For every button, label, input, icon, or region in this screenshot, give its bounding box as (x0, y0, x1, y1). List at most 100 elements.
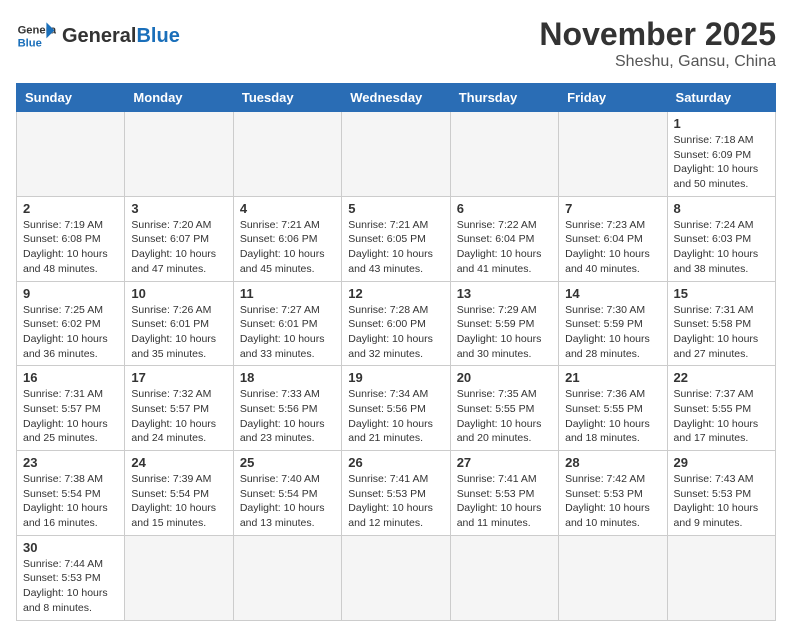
day-number: 29 (674, 455, 769, 470)
day-number: 15 (674, 286, 769, 301)
day-info: Sunrise: 7:39 AM Sunset: 5:54 PM Dayligh… (131, 472, 226, 531)
day-info: Sunrise: 7:23 AM Sunset: 6:04 PM Dayligh… (565, 218, 660, 277)
calendar-cell (125, 535, 233, 620)
calendar-cell: 3Sunrise: 7:20 AM Sunset: 6:07 PM Daylig… (125, 196, 233, 281)
day-info: Sunrise: 7:37 AM Sunset: 5:55 PM Dayligh… (674, 387, 769, 446)
location-title: Sheshu, Gansu, China (539, 53, 776, 71)
page-header: General Blue GeneralBlue November 2025 S… (16, 16, 776, 71)
calendar-cell: 28Sunrise: 7:42 AM Sunset: 5:53 PM Dayli… (559, 451, 667, 536)
calendar-cell: 7Sunrise: 7:23 AM Sunset: 6:04 PM Daylig… (559, 196, 667, 281)
day-info: Sunrise: 7:35 AM Sunset: 5:55 PM Dayligh… (457, 387, 552, 446)
calendar-cell (450, 112, 558, 197)
svg-text:Blue: Blue (18, 37, 42, 49)
month-title: November 2025 (539, 16, 776, 53)
day-number: 18 (240, 370, 335, 385)
day-number: 4 (240, 201, 335, 216)
day-number: 17 (131, 370, 226, 385)
calendar-cell: 14Sunrise: 7:30 AM Sunset: 5:59 PM Dayli… (559, 281, 667, 366)
weekday-header-monday: Monday (125, 84, 233, 112)
calendar-cell: 18 Sunrise: 7:33 AM Sunset: 5:56 PM Dayli… (233, 366, 341, 451)
day-info: Sunrise: 7:21 AM Sunset: 6:06 PM Dayligh… (240, 218, 335, 277)
day-info: Sunrise: 7:38 AM Sunset: 5:54 PM Dayligh… (23, 472, 118, 531)
day-number: 27 (457, 455, 552, 470)
day-number: 21 (565, 370, 660, 385)
logo-icon: General Blue (16, 16, 56, 56)
calendar-cell: 26Sunrise: 7:41 AM Sunset: 5:53 PM Dayli… (342, 451, 450, 536)
day-info: Sunrise: 7:21 AM Sunset: 6:05 PM Dayligh… (348, 218, 443, 277)
day-info: Sunrise: 7:18 AM Sunset: 6:09 PM Dayligh… (674, 133, 769, 192)
day-info: Sunrise: 7:32 AM Sunset: 5:57 PM Dayligh… (131, 387, 226, 446)
calendar-week-row: 30 Sunrise: 7:44 AM Sunset: 5:53 PM Dayli… (17, 535, 776, 620)
calendar-cell (17, 112, 125, 197)
day-number: 30 (23, 540, 118, 555)
calendar-cell: 20 Sunrise: 7:35 AM Sunset: 5:55 PM Dayli… (450, 366, 558, 451)
calendar-cell (233, 112, 341, 197)
day-number: 20 (457, 370, 552, 385)
logo: General Blue GeneralBlue (16, 16, 180, 56)
calendar-cell (559, 112, 667, 197)
calendar-week-row: 9Sunrise: 7:25 AM Sunset: 6:02 PM Daylig… (17, 281, 776, 366)
calendar-cell: 11 Sunrise: 7:27 AM Sunset: 6:01 PM Dayli… (233, 281, 341, 366)
day-info: Sunrise: 7:41 AM Sunset: 5:53 PM Dayligh… (348, 472, 443, 531)
calendar-cell: 17 Sunrise: 7:32 AM Sunset: 5:57 PM Dayli… (125, 366, 233, 451)
day-info: Sunrise: 7:31 AM Sunset: 5:57 PM Dayligh… (23, 387, 118, 446)
day-number: 25 (240, 455, 335, 470)
day-number: 24 (131, 455, 226, 470)
calendar-cell: 25 Sunrise: 7:40 AM Sunset: 5:54 PM Dayli… (233, 451, 341, 536)
day-number: 2 (23, 201, 118, 216)
calendar-cell (125, 112, 233, 197)
day-info: Sunrise: 7:24 AM Sunset: 6:03 PM Dayligh… (674, 218, 769, 277)
day-info: Sunrise: 7:31 AM Sunset: 5:58 PM Dayligh… (674, 303, 769, 362)
day-number: 22 (674, 370, 769, 385)
calendar-cell: 8 Sunrise: 7:24 AM Sunset: 6:03 PM Daylig… (667, 196, 775, 281)
day-info: Sunrise: 7:34 AM Sunset: 5:56 PM Dayligh… (348, 387, 443, 446)
day-number: 1 (674, 116, 769, 131)
calendar-cell: 12Sunrise: 7:28 AM Sunset: 6:00 PM Dayli… (342, 281, 450, 366)
day-info: Sunrise: 7:44 AM Sunset: 5:53 PM Dayligh… (23, 557, 118, 616)
day-info: Sunrise: 7:22 AM Sunset: 6:04 PM Dayligh… (457, 218, 552, 277)
weekday-header-row: SundayMondayTuesdayWednesdayThursdayFrid… (17, 84, 776, 112)
day-number: 19 (348, 370, 443, 385)
day-number: 8 (674, 201, 769, 216)
calendar-cell: 23 Sunrise: 7:38 AM Sunset: 5:54 PM Dayli… (17, 451, 125, 536)
calendar-cell: 29 Sunrise: 7:43 AM Sunset: 5:53 PM Dayli… (667, 451, 775, 536)
calendar-cell: 22 Sunrise: 7:37 AM Sunset: 5:55 PM Dayli… (667, 366, 775, 451)
calendar-table: SundayMondayTuesdayWednesdayThursdayFrid… (16, 83, 776, 621)
title-block: November 2025 Sheshu, Gansu, China (539, 16, 776, 71)
calendar-cell: 19 Sunrise: 7:34 AM Sunset: 5:56 PM Dayli… (342, 366, 450, 451)
day-info: Sunrise: 7:43 AM Sunset: 5:53 PM Dayligh… (674, 472, 769, 531)
day-number: 11 (240, 286, 335, 301)
weekday-header-saturday: Saturday (667, 84, 775, 112)
day-number: 14 (565, 286, 660, 301)
day-info: Sunrise: 7:41 AM Sunset: 5:53 PM Dayligh… (457, 472, 552, 531)
calendar-cell: 5Sunrise: 7:21 AM Sunset: 6:05 PM Daylig… (342, 196, 450, 281)
weekday-header-tuesday: Tuesday (233, 84, 341, 112)
day-info: Sunrise: 7:26 AM Sunset: 6:01 PM Dayligh… (131, 303, 226, 362)
calendar-cell: 1 Sunrise: 7:18 AM Sunset: 6:09 PM Daylig… (667, 112, 775, 197)
weekday-header-thursday: Thursday (450, 84, 558, 112)
calendar-cell: 9Sunrise: 7:25 AM Sunset: 6:02 PM Daylig… (17, 281, 125, 366)
calendar-cell: 13Sunrise: 7:29 AM Sunset: 5:59 PM Dayli… (450, 281, 558, 366)
day-number: 28 (565, 455, 660, 470)
day-number: 3 (131, 201, 226, 216)
calendar-cell: 15 Sunrise: 7:31 AM Sunset: 5:58 PM Dayli… (667, 281, 775, 366)
calendar-week-row: 23 Sunrise: 7:38 AM Sunset: 5:54 PM Dayli… (17, 451, 776, 536)
weekday-header-wednesday: Wednesday (342, 84, 450, 112)
day-number: 12 (348, 286, 443, 301)
calendar-cell: 24 Sunrise: 7:39 AM Sunset: 5:54 PM Dayli… (125, 451, 233, 536)
calendar-cell: 6Sunrise: 7:22 AM Sunset: 6:04 PM Daylig… (450, 196, 558, 281)
calendar-cell (559, 535, 667, 620)
calendar-week-row: 1 Sunrise: 7:18 AM Sunset: 6:09 PM Daylig… (17, 112, 776, 197)
day-info: Sunrise: 7:27 AM Sunset: 6:01 PM Dayligh… (240, 303, 335, 362)
day-info: Sunrise: 7:33 AM Sunset: 5:56 PM Dayligh… (240, 387, 335, 446)
day-number: 23 (23, 455, 118, 470)
calendar-cell: 16Sunrise: 7:31 AM Sunset: 5:57 PM Dayli… (17, 366, 125, 451)
calendar-cell: 4 Sunrise: 7:21 AM Sunset: 6:06 PM Daylig… (233, 196, 341, 281)
day-info: Sunrise: 7:29 AM Sunset: 5:59 PM Dayligh… (457, 303, 552, 362)
day-info: Sunrise: 7:40 AM Sunset: 5:54 PM Dayligh… (240, 472, 335, 531)
calendar-cell: 21Sunrise: 7:36 AM Sunset: 5:55 PM Dayli… (559, 366, 667, 451)
calendar-cell (342, 535, 450, 620)
calendar-week-row: 16Sunrise: 7:31 AM Sunset: 5:57 PM Dayli… (17, 366, 776, 451)
day-number: 9 (23, 286, 118, 301)
calendar-week-row: 2Sunrise: 7:19 AM Sunset: 6:08 PM Daylig… (17, 196, 776, 281)
